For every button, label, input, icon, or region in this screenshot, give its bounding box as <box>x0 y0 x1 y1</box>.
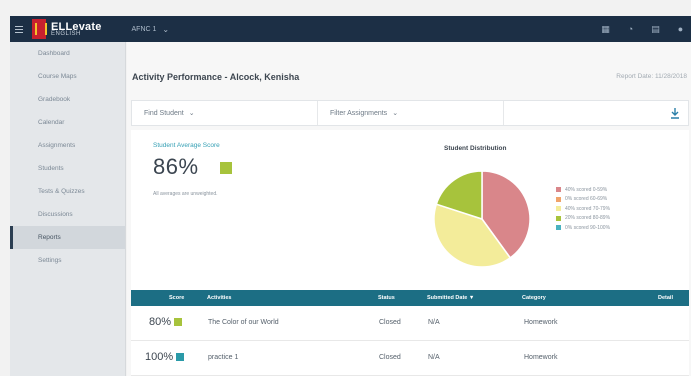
score-note: All averages are unweighted. <box>153 191 218 197</box>
sidebar-item-reports[interactable]: Reports <box>10 226 125 249</box>
activities-table: Score Activities Status Submitted Date ▼… <box>131 290 689 376</box>
row-submitted: N/A <box>428 319 440 326</box>
filter-assignments-label: Filter Assignments <box>330 109 388 117</box>
report-date: Report Date: 11/28/2018 <box>616 73 687 80</box>
course-selector[interactable]: AFNC 1 ⌄ <box>132 25 170 34</box>
legend-item: 20% scored 80-89% <box>556 214 610 224</box>
calendar-icon[interactable]: ▤ <box>651 24 660 34</box>
filter-assignments-dropdown[interactable]: Filter Assignments ⌄ <box>318 101 504 125</box>
main-content: Activity Performance - Alcock, Kenisha R… <box>127 42 691 376</box>
sidebar: Dashboard Course Maps Gradebook Calendar… <box>10 42 126 376</box>
legend-item: 40% scored 0-59% <box>556 185 610 195</box>
legend-item: 0% scored 60-69% <box>556 195 610 205</box>
brand-logo[interactable]: ELLevate ENGLISH <box>51 21 102 37</box>
sidebar-item-tests-quizzes[interactable]: Tests & Quizzes <box>10 180 125 203</box>
menu-icon[interactable] <box>10 16 28 42</box>
course-name: AFNC 1 <box>131 25 157 33</box>
distribution-pie-chart <box>433 170 531 268</box>
header-submitted-date[interactable]: Submitted Date ▼ <box>427 295 474 301</box>
distribution-title: Student Distribution <box>444 145 507 152</box>
distribution-legend: 40% scored 0-59% 0% scored 60-69% 40% scor… <box>556 185 610 233</box>
legend-label: 20% scored 80-89% <box>565 215 611 222</box>
legend-swatch <box>556 196 561 202</box>
legend-label: 0% scored 60-69% <box>565 196 608 203</box>
sidebar-item-discussions[interactable]: Discussions <box>10 203 125 226</box>
score-color-swatch <box>174 318 183 326</box>
legend-label: 0% scored 90-100% <box>565 224 611 231</box>
table-row[interactable]: 100% practice 1 Closed N/A Homework <box>131 341 689 376</box>
grid-icon[interactable]: ▦ <box>601 24 610 34</box>
download-icon[interactable] <box>670 107 680 119</box>
row-activity[interactable]: practice 1 <box>208 354 238 361</box>
row-activity[interactable]: The Color of our World <box>208 319 279 326</box>
average-score-label: Student Average Score <box>153 142 220 149</box>
user-icon[interactable]: ● <box>676 24 685 34</box>
score-panel: Student Average Score 86% All averages a… <box>131 130 689 290</box>
score-color-swatch <box>220 162 232 174</box>
publisher-logo <box>32 19 47 39</box>
row-status: Closed <box>379 354 401 361</box>
sidebar-item-dashboard[interactable]: Dashboard <box>10 42 125 65</box>
legend-swatch <box>556 206 561 212</box>
legend-swatch <box>556 187 561 193</box>
sidebar-item-course-maps[interactable]: Course Maps <box>10 65 125 88</box>
legend-item: 0% scored 90-100% <box>556 223 610 233</box>
legend-item: 40% scored 70-79% <box>556 204 610 214</box>
legend-label: 40% scored 0-59% <box>565 186 608 193</box>
header-activities[interactable]: Activities <box>207 295 231 301</box>
header-score[interactable]: Score <box>169 295 184 301</box>
sidebar-item-settings[interactable]: Settings <box>10 249 125 272</box>
row-submitted: N/A <box>428 354 440 361</box>
table-row[interactable]: 80% The Color of our World Closed N/A Ho… <box>131 306 689 341</box>
table-header: Score Activities Status Submitted Date ▼… <box>131 290 689 306</box>
average-score-value: 86% <box>153 154 199 179</box>
legend-swatch <box>556 225 561 231</box>
row-score: 100% <box>145 351 185 363</box>
row-score-value: 80% <box>149 316 172 328</box>
row-score: 80% <box>149 316 183 328</box>
sidebar-item-gradebook[interactable]: Gradebook <box>10 88 125 111</box>
header-detail[interactable]: Detail <box>658 295 673 301</box>
row-score-value: 100% <box>145 351 174 363</box>
top-navigation-bar: ELLevate ENGLISH AFNC 1 ⌄ ▦ ◔ ▤ ● <box>10 16 691 42</box>
legend-swatch <box>556 215 561 221</box>
sidebar-item-calendar[interactable]: Calendar <box>10 111 125 134</box>
find-student-label: Find Student <box>144 109 184 117</box>
legend-label: 40% scored 70-79% <box>565 205 611 212</box>
page-title: Activity Performance - Alcock, Kenisha <box>132 72 300 82</box>
filter-bar: Find Student ⌄ Filter Assignments ⌄ <box>131 100 689 126</box>
bell-icon[interactable]: ◔ <box>626 24 635 34</box>
row-category: Homework <box>524 354 558 361</box>
chevron-down-icon: ⌄ <box>162 24 170 34</box>
chevron-down-icon: ⌄ <box>188 110 195 117</box>
header-status[interactable]: Status <box>378 295 395 301</box>
row-status: Closed <box>379 319 401 326</box>
row-category: Homework <box>524 319 558 326</box>
find-student-dropdown[interactable]: Find Student ⌄ <box>132 101 318 125</box>
sidebar-item-assignments[interactable]: Assignments <box>10 134 125 157</box>
chevron-down-icon: ⌄ <box>392 110 399 117</box>
sidebar-item-students[interactable]: Students <box>10 157 125 180</box>
header-category[interactable]: Category <box>522 295 546 301</box>
score-color-swatch <box>176 353 185 361</box>
